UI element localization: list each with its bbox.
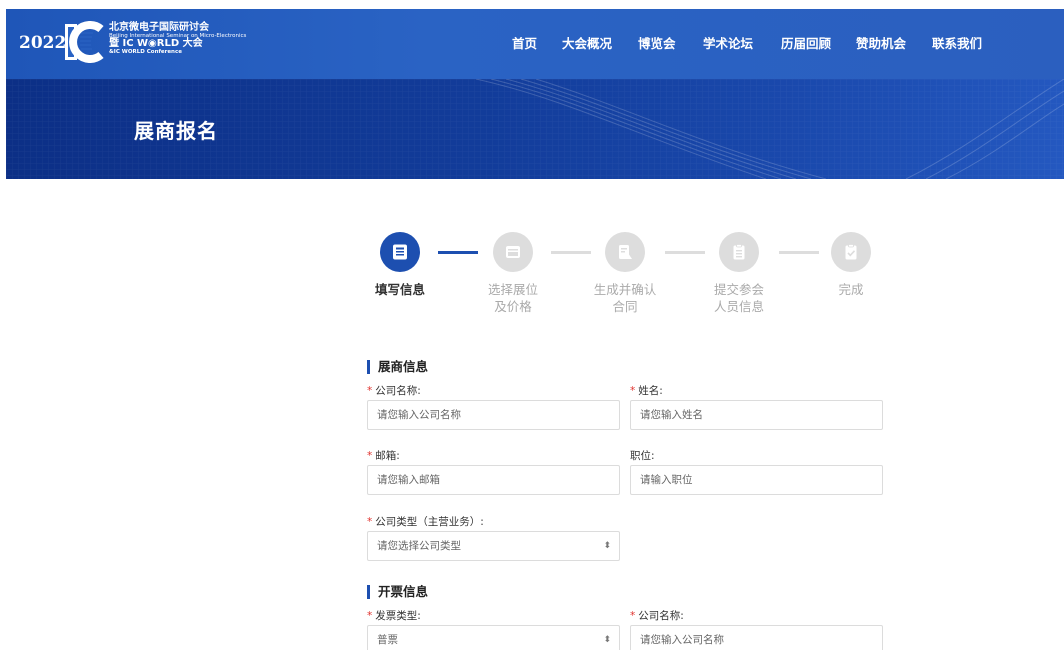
- required-mark: *: [367, 610, 373, 622]
- step-4-label-line-2: 人员信息: [713, 298, 764, 314]
- section-title-exhibitor: 展商信息: [367, 360, 428, 374]
- email-label-text: 邮箱:: [375, 450, 400, 462]
- invoice-type-select[interactable]: 普票 ⬍: [367, 625, 620, 650]
- step-1-label: 填写信息: [355, 282, 445, 299]
- step-5-label-line-1: 完成: [838, 282, 864, 297]
- ic-logo-icon[interactable]: [63, 21, 105, 63]
- email-input[interactable]: 请您输入邮箱: [367, 465, 620, 495]
- page-title: 展商报名: [134, 119, 218, 143]
- contract-icon: [619, 245, 632, 259]
- required-mark: *: [630, 385, 636, 397]
- step-2-label-line-1: 选择展位: [487, 282, 538, 297]
- select-arrows-icon: ⬍: [603, 635, 611, 645]
- contact-name-label-text: 姓名:: [638, 385, 663, 397]
- step-connector-4: [779, 251, 819, 254]
- invoice-type-label-text: 发票类型:: [375, 610, 421, 622]
- step-1-label-line-1: 填写信息: [374, 282, 425, 297]
- logo-year: 2022: [19, 33, 67, 53]
- contact-name-label: * 姓名:: [630, 383, 663, 398]
- form-icon: [393, 244, 407, 260]
- logo-text: 北京微电子国际研讨会 Beijing International Seminar…: [109, 22, 246, 56]
- nav-item-overview[interactable]: 大会概况: [562, 33, 612, 52]
- position-label: 职位:: [630, 450, 655, 462]
- step-4-circle: [719, 232, 759, 272]
- section-title-invoice: 开票信息: [367, 585, 428, 599]
- company-name-label: * 公司名称:: [367, 383, 421, 398]
- invoice-type-select-value: 普票: [377, 634, 398, 646]
- step-4-label: 提交参会 人员信息: [694, 282, 784, 316]
- company-type-select-value: 请您选择公司类型: [377, 540, 461, 552]
- step-2-label-line-2: 及价格: [494, 298, 532, 314]
- nav-item-expo[interactable]: 博览会: [638, 33, 676, 52]
- select-arrows-icon: ⬍: [603, 541, 611, 551]
- step-connector-2: [551, 251, 591, 254]
- required-mark: *: [367, 516, 373, 528]
- step-3-label-line-2: 合同: [612, 298, 638, 314]
- step-5-circle: [831, 232, 871, 272]
- invoice-company-input[interactable]: 请您输入公司名称: [630, 625, 883, 650]
- company-type-label-text: 公司类型（主营业务）:: [375, 516, 484, 528]
- top-navigation-bar: 2022 北京微电子国际研讨会 Beijing International Se…: [6, 9, 1064, 79]
- invoice-type-label: * 发票类型:: [367, 608, 421, 623]
- company-name-label-text: 公司名称:: [375, 385, 421, 397]
- nav-item-forum[interactable]: 学术论坛: [703, 33, 753, 52]
- step-2-circle: [493, 232, 533, 272]
- step-connector-1: [438, 251, 478, 254]
- company-type-select[interactable]: 请您选择公司类型 ⬍: [367, 531, 620, 561]
- check-clipboard-icon: [845, 244, 857, 260]
- invoice-company-label: * 公司名称:: [630, 608, 684, 623]
- step-3-label-line-1: 生成并确认: [593, 282, 657, 297]
- registration-steps: 填写信息 选择展位 及价格 生成并确认 合同 提交参会 人员信息 完成: [360, 230, 900, 320]
- nav-item-contact[interactable]: 联系我们: [932, 33, 982, 52]
- company-type-label: * 公司类型（主营业务）:: [367, 514, 484, 529]
- step-connector-3: [665, 251, 705, 254]
- logo-conference-en: &IC WORLD Conference: [109, 48, 182, 55]
- step-3-label: 生成并确认 合同: [580, 282, 670, 316]
- nav-item-history[interactable]: 历届回顾: [781, 33, 831, 52]
- step-5-label: 完成: [806, 282, 896, 299]
- required-mark: *: [367, 450, 373, 462]
- clipboard-icon: [733, 244, 745, 260]
- step-2-label: 选择展位 及价格: [468, 282, 558, 316]
- required-mark: *: [367, 385, 373, 397]
- logo-title-cn: 北京微电子国际研讨会: [109, 22, 209, 33]
- nav-item-home[interactable]: 首页: [512, 33, 537, 52]
- page-banner: 展商报名: [6, 79, 1064, 179]
- position-input[interactable]: 请输入职位: [630, 465, 883, 495]
- email-label: * 邮箱:: [367, 448, 400, 463]
- nav-item-sponsorship[interactable]: 赞助机会: [856, 33, 906, 52]
- step-3-circle: [605, 232, 645, 272]
- company-name-input[interactable]: 请您输入公司名称: [367, 400, 620, 430]
- required-mark: *: [630, 610, 636, 622]
- invoice-company-label-text: 公司名称:: [638, 610, 684, 622]
- booth-icon: [506, 246, 520, 258]
- step-4-label-line-1: 提交参会: [713, 282, 764, 297]
- contact-name-input[interactable]: 请您输入姓名: [630, 400, 883, 430]
- step-1-circle: [380, 232, 420, 272]
